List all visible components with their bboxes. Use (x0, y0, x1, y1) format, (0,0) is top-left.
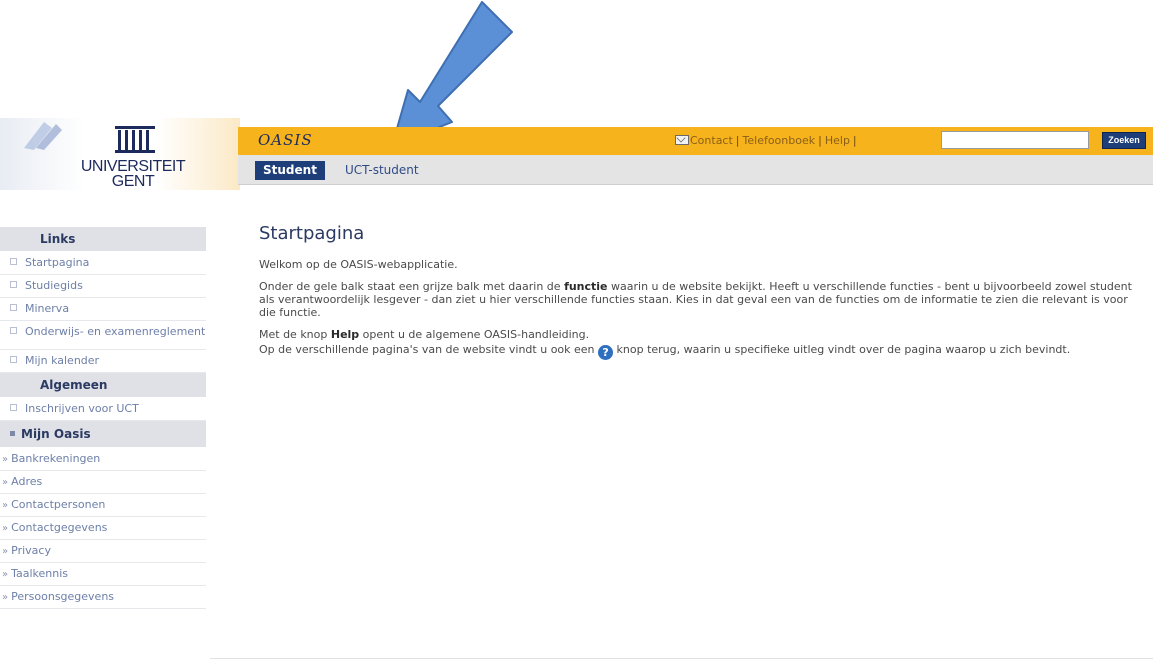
sidebar-section-mijn-oasis[interactable]: Mijn Oasis (0, 421, 206, 448)
help-link[interactable]: Help (825, 134, 850, 147)
bottom-divider (210, 658, 1153, 659)
double-chevron-icon: » (2, 523, 9, 534)
university-name: UNIVERSITEIT GENT (80, 158, 186, 190)
sidebar-item-contactpersonen[interactable]: » Contactpersonen (0, 494, 206, 517)
welcome-text: Welkom op de OASIS-webapplicatie. (259, 258, 458, 271)
text-segment: Met de knop (259, 328, 331, 341)
sidebar-item-label: Studiegids (25, 279, 83, 292)
sidebar-item-adres[interactable]: » Adres (0, 471, 206, 494)
sidebar-item-label: Contactpersonen (11, 498, 106, 511)
sidebar-item-label: Taalkennis (11, 567, 69, 580)
search-input[interactable] (941, 131, 1089, 149)
mail-icon (675, 135, 689, 145)
sidebar-item-onderwijs-examenreglement[interactable]: Onderwijs- en examenreglement (0, 321, 206, 350)
university-seal-icon (115, 126, 155, 153)
sidebar-item-bankrekeningen[interactable]: » Bankrekeningen (0, 448, 206, 471)
help-explanation: Met de knop Help opent u de algemene OAS… (259, 328, 1139, 341)
bullet-icon (10, 404, 17, 411)
double-chevron-icon: » (2, 500, 9, 511)
sidebar-item-taalkennis[interactable]: » Taalkennis (0, 563, 206, 586)
bullet-icon (10, 304, 17, 311)
bold-term: functie (564, 280, 608, 293)
bullet-icon (10, 327, 17, 334)
sidebar-item-label: Persoonsgegevens (11, 590, 115, 603)
search-button[interactable]: Zoeken (1102, 132, 1146, 149)
sidebar-item-label: Privacy (11, 544, 51, 557)
tab-student[interactable]: Student (255, 161, 325, 180)
bullet-icon (10, 258, 17, 265)
sidebar-item-privacy[interactable]: » Privacy (0, 540, 206, 563)
sidebar-item-minerva[interactable]: Minerva (0, 298, 206, 321)
double-chevron-icon: » (2, 477, 9, 488)
sidebar-header-algemeen: Algemeen (0, 373, 206, 398)
main-content: Startpagina Welkom op de OASIS-webapplic… (259, 222, 1139, 369)
contact-link[interactable]: Contact (690, 134, 733, 147)
bullet-icon (10, 281, 17, 288)
sidebar-item-label: Contactgegevens (11, 521, 108, 534)
sidebar-item-studiegids[interactable]: Studiegids (0, 275, 206, 298)
sidebar-item-persoonsgegevens[interactable]: » Persoonsgegevens (0, 586, 206, 609)
top-bar: OASIS Contact | Telefoonboek | Help | Zoeken (238, 127, 1153, 155)
collapse-icon (10, 431, 15, 436)
separator: | (852, 134, 857, 147)
text-segment: Onder de gele balk staat een grijze balk… (259, 280, 565, 293)
text-segment: opent u de algemene OASIS-handleiding. (359, 328, 590, 341)
tab-uct-student[interactable]: UCT-student (345, 161, 419, 180)
double-chevron-icon: » (2, 569, 9, 580)
sidebar-item-label: Mijn kalender (25, 354, 100, 367)
university-logo[interactable]: UNIVERSITEIT GENT (0, 118, 240, 190)
double-chevron-icon: » (2, 454, 9, 465)
help-icon: ? (598, 345, 614, 360)
sidebar-item-label: Minerva (25, 302, 70, 315)
function-bar: Student UCT-student (238, 155, 1153, 185)
sidebar-section-label: Mijn Oasis (21, 427, 91, 441)
sidebar-header-links: Links (0, 227, 206, 252)
sidebar-item-mijn-kalender[interactable]: Mijn kalender (0, 350, 206, 373)
sidebar-item-label: Bankrekeningen (11, 452, 101, 465)
page-help-explanation: Op de verschillende pagina's van de webs… (259, 343, 1139, 360)
sidebar: Links Startpagina Studiegids Minerva Ond… (0, 227, 206, 609)
oasis-brand[interactable]: OASIS (258, 131, 313, 149)
separator: | (818, 134, 822, 147)
sidebar-item-label: Onderwijs- en examenreglement (25, 325, 206, 338)
bold-term: Help (330, 328, 360, 341)
sidebar-item-label: Startpagina (25, 256, 90, 269)
function-explanation: Onder de gele balk staat een grijze balk… (259, 280, 1139, 319)
sidebar-item-contactgegevens[interactable]: » Contactgegevens (0, 517, 206, 540)
text-segment: knop terug, waarin u specifieke uitleg v… (613, 343, 1071, 356)
sidebar-item-label: Inschrijven voor UCT (25, 402, 139, 415)
text-segment: Op de verschillende pagina's van de webs… (259, 343, 599, 356)
bullet-icon (10, 356, 17, 363)
telefoonboek-link[interactable]: Telefoonboek (743, 134, 816, 147)
separator: | (735, 134, 740, 147)
sidebar-item-startpagina[interactable]: Startpagina (0, 252, 206, 275)
logo-decoration-icon (24, 122, 62, 150)
double-chevron-icon: » (2, 592, 9, 603)
top-links: Contact | Telefoonboek | Help | (675, 134, 860, 147)
sidebar-item-label: Adres (11, 475, 43, 488)
sidebar-item-inschrijven-uct[interactable]: Inschrijven voor UCT (0, 398, 206, 421)
double-chevron-icon: » (2, 546, 9, 557)
page-title: Startpagina (259, 223, 365, 244)
